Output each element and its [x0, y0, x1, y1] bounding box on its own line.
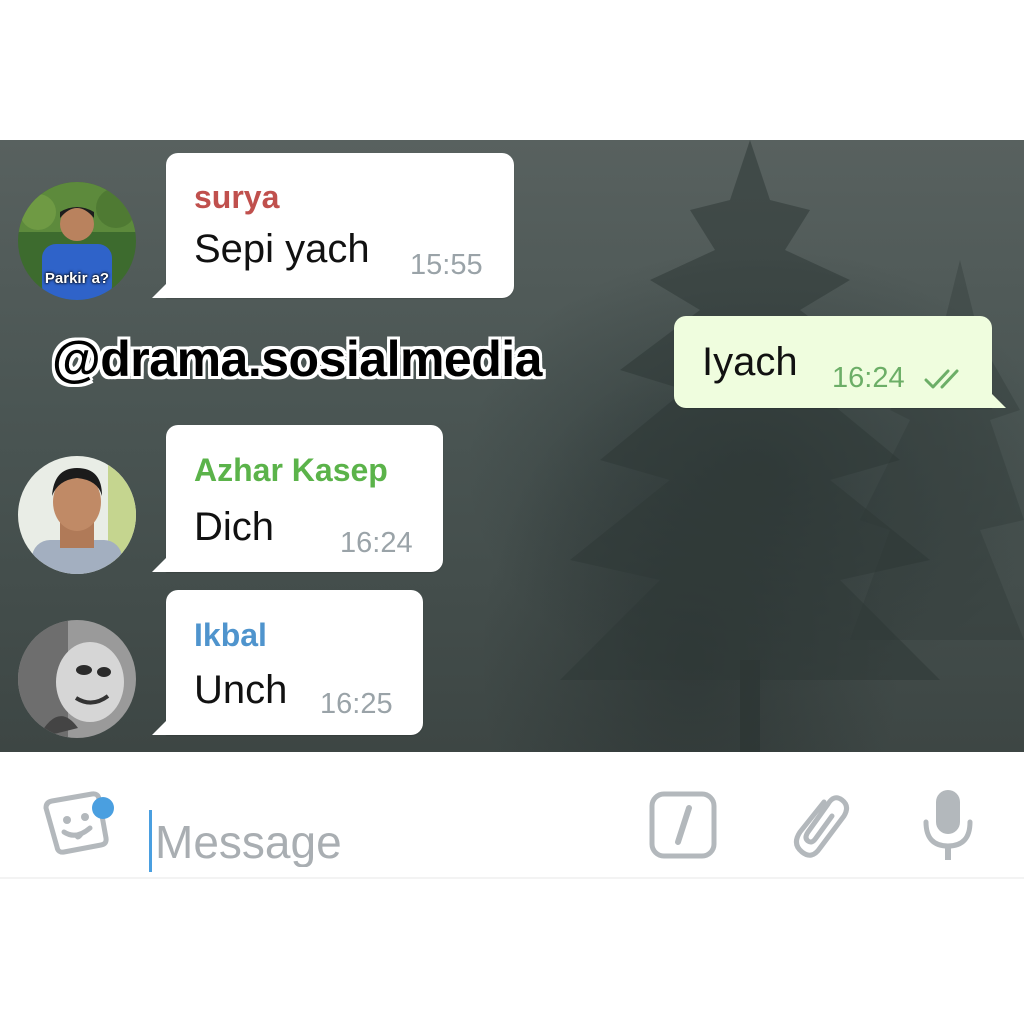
avatar-photo [18, 620, 136, 738]
message-text: Unch [194, 668, 288, 712]
message-composer [0, 752, 1024, 1024]
avatar-azhar-kasep[interactable] [18, 456, 136, 574]
avatar-surya[interactable]: Parkir a? [18, 182, 136, 300]
text-cursor [149, 810, 152, 872]
message-bubble-azhar-kasep[interactable]: Azhar Kasep Dich 16:24 [152, 425, 443, 572]
avatar-caption: Parkir a? [44, 270, 110, 287]
message-text: Dich [194, 505, 275, 549]
composer-bar [0, 772, 1024, 879]
bot-command-icon[interactable] [648, 790, 718, 860]
message-text: Sepi yach [194, 227, 370, 271]
message-time: 16:25 [320, 688, 393, 720]
message-text: Iyach [702, 340, 798, 384]
avatar-photo [18, 456, 136, 574]
double-check-icon [924, 369, 959, 389]
microphone-icon[interactable] [918, 786, 978, 866]
sender-name[interactable]: Ikbal [194, 617, 267, 654]
sender-name[interactable]: surya [194, 179, 279, 216]
attach-paperclip-icon[interactable] [786, 786, 852, 864]
watermark-text: @drama.sosialmedia [52, 331, 542, 387]
message-input[interactable] [155, 817, 595, 867]
message-time: 15:55 [410, 249, 483, 281]
message-bubble-ikbal[interactable]: Ikbal Unch 16:25 [152, 590, 423, 735]
sender-name[interactable]: Azhar Kasep [194, 452, 388, 489]
message-bubble-outgoing[interactable]: Iyach 16:24 [674, 316, 1006, 408]
message-time: 16:24 [340, 527, 413, 559]
message-time: 16:24 [832, 362, 905, 394]
message-bubble-surya[interactable]: surya Sepi yach 15:55 [152, 153, 514, 298]
avatar-ikbal[interactable] [18, 620, 136, 738]
sticker-icon[interactable] [40, 784, 120, 864]
